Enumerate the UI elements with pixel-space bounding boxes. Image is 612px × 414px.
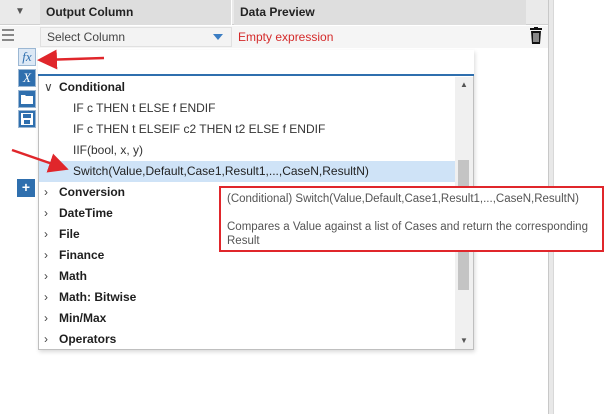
row-drag-handle[interactable] (2, 29, 14, 43)
function-item-if-elseif[interactable]: IF c THEN t ELSEIF c2 THEN t2 ELSE f END… (39, 119, 455, 140)
function-item-iif[interactable]: IIF(bool, x, y) (39, 140, 455, 161)
output-column-header: Output Column (40, 0, 232, 25)
dropdown-caret-icon (213, 34, 223, 40)
category-label: Math: Bitwise (59, 290, 137, 304)
output-column-select[interactable]: Select Column (40, 27, 232, 47)
variable-x-icon[interactable]: X (18, 69, 36, 87)
chevron-right-icon: › (44, 332, 48, 346)
category-label: Conditional (59, 80, 125, 94)
chevron-right-icon: › (44, 206, 48, 220)
function-tooltip: (Conditional) Switch(Value,Default,Case1… (219, 186, 604, 252)
scroll-down-icon[interactable]: ▼ (455, 333, 473, 349)
open-folder-icon[interactable] (18, 90, 36, 108)
chevron-right-icon: › (44, 185, 48, 199)
select-column-value: Select Column (47, 30, 126, 44)
category-math-bitwise[interactable]: › Math: Bitwise (39, 287, 455, 308)
delete-trash-icon[interactable] (528, 27, 544, 45)
save-icon[interactable] (18, 110, 36, 128)
category-label: Operators (59, 332, 117, 346)
chevron-right-icon: › (44, 227, 48, 241)
category-label: Min/Max (59, 311, 107, 325)
tooltip-signature: (Conditional) Switch(Value,Default,Case1… (227, 193, 579, 205)
tooltip-description: Compares a Value against a list of Cases… (227, 221, 588, 247)
chevron-down-icon: ∨ (44, 80, 53, 94)
chevron-right-icon: › (44, 311, 48, 325)
scroll-up-icon[interactable]: ▲ (455, 77, 473, 93)
data-preview-header: Data Preview (234, 0, 526, 25)
category-min-max[interactable]: › Min/Max (39, 308, 455, 329)
chevron-right-icon: › (44, 269, 48, 283)
collapse-chevron-icon[interactable]: ▼ (14, 6, 26, 18)
function-item-if-then-else[interactable]: IF c THEN t ELSE f ENDIF (39, 98, 455, 119)
category-label: Math (59, 269, 87, 283)
chevron-right-icon: › (44, 290, 48, 304)
function-search-input[interactable] (62, 53, 462, 73)
grid-header: ▼ Output Column Data Preview (0, 0, 548, 25)
category-label: DateTime (59, 206, 113, 220)
data-preview-value: Empty expression (238, 30, 334, 44)
chevron-right-icon: › (44, 248, 48, 262)
category-conditional[interactable]: ∨ Conditional (39, 77, 455, 98)
fx-icon[interactable]: fx (18, 48, 36, 66)
category-math[interactable]: › Math (39, 266, 455, 287)
category-label: File (59, 227, 80, 241)
function-item-switch[interactable]: Switch(Value,Default,Case1,Result1,...,C… (39, 161, 455, 182)
category-operators[interactable]: › Operators (39, 329, 455, 349)
search-icon (44, 55, 58, 69)
add-icon[interactable]: + (17, 179, 35, 197)
category-label: Conversion (59, 185, 126, 199)
category-label: Finance (59, 248, 105, 262)
